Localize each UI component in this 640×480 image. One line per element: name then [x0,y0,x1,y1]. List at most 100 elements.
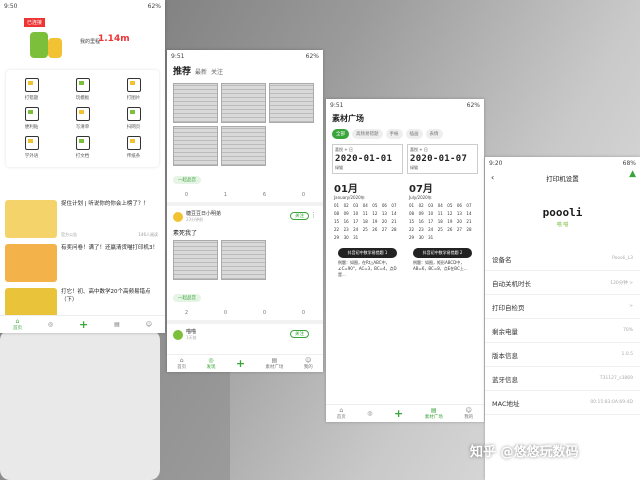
user-name: 糖豆豆日小明弟 [186,211,222,217]
back-icon[interactable]: ‹ [491,173,494,182]
feed-post[interactable]: 喵喵 1天前 关注 [167,324,323,345]
avatar[interactable] [173,211,183,222]
user-icon: ☺ [465,407,472,414]
grid-item[interactable]: 玩模板 [57,78,108,101]
post-image[interactable] [221,83,266,123]
tab-home[interactable]: ⌂ 首页 [13,318,22,331]
material-card[interactable]: 喜悦 + 日 2020-01-01 绿猫 [332,144,403,174]
follow-button[interactable]: 关注 [290,212,309,220]
calendar-day: 22 [409,227,415,232]
tab-me[interactable]: ☺ [146,321,152,328]
tab-materials[interactable]: ▤ 素材广场 [425,407,443,420]
tab-materials[interactable]: ▤ [114,321,120,328]
grid-item[interactable]: 传纸条 [108,136,159,159]
star-count[interactable]: 0 [263,310,266,316]
grid-item[interactable]: 打错题 [6,78,57,101]
status-battery: 62% [305,52,319,60]
grid-item[interactable]: 打文档 [57,136,108,159]
category-chip[interactable]: 手帐 [385,129,403,139]
question-card[interactable]: 抖音初中数学易错题 2 例题：如图，矩形ABCD中，AB=6，BC=8，点E在B… [407,246,478,280]
status-battery: 68% [622,159,636,167]
comment-count[interactable]: 0 [302,192,305,198]
grid-item[interactable]: 学外语 [6,136,57,159]
distance-banner[interactable]: 已连接 我的里程 1.14m [0,12,165,64]
post-image[interactable] [221,126,266,166]
calendar-day: 09 [343,211,349,216]
post-image[interactable] [221,240,266,280]
calendar-day: 30 [418,235,424,240]
grid-item[interactable]: 打图片 [108,78,159,101]
calendar-day: 10 [353,211,359,216]
tab-materials[interactable]: ▤ 素材广场 [265,357,283,370]
setting-battery: 剩余电量 70% [485,319,640,343]
page-title: 打印机设置 [546,175,579,183]
star-count[interactable]: 6 [263,192,266,198]
category-chip[interactable]: 高频易错题 [352,129,383,139]
like-count[interactable]: 0 [224,310,227,316]
topic-chip[interactable]: 一起品宫 [173,294,201,302]
question-card[interactable]: 抖音初中数学易错题 1 例题：如图，在Rt△ABC中，∠C=90°，AC=3，B… [332,246,403,280]
calendar-card[interactable]: 01月 January/2020年 01 02 03 04 05 06 07 08 09 10 11… [332,178,403,242]
feed-post[interactable]: 糖豆豆日小明弟 23分钟前 关注 ⋮ 素死我了 [167,206,323,284]
calendar-day: 06 [456,203,462,208]
grid-item[interactable]: 扫网页 [108,107,159,130]
more-icon[interactable]: ⋮ [310,211,317,219]
calendar-day: 29 [334,235,340,240]
calendar-day: 17 [428,219,434,224]
topic-chip[interactable]: 一起品宫 [173,176,201,184]
tab-me[interactable]: ☺ 我的 [464,407,473,420]
category-tabs: 全部 高频易错题 手帐 插画 表情 [326,126,484,142]
share-count[interactable]: 0 [185,192,188,198]
setting-device-name[interactable]: 设备名 Poooli_L3 [485,247,640,271]
calendar-day: 07 [466,203,472,208]
calendar-day: 21 [391,219,397,224]
calendar-day: 05 [447,203,453,208]
setting-self-test[interactable]: 打印自检页 > [485,295,640,319]
tab-add[interactable]: + [394,407,403,420]
post-image[interactable] [173,126,218,166]
share-count[interactable]: 2 [185,310,188,316]
follow-button[interactable]: 关注 [290,330,309,338]
status-battery: 62% [147,2,161,10]
setting-value: T31127_c3869 [599,376,633,381]
feed-tabs: 推荐 最新 关注 [167,62,323,79]
material-card[interactable]: 喜悦 + 日 2020-01-07 绿猫 [407,144,478,174]
grid-item-label: 学外语 [24,154,39,159]
calendar-days: 01 02 03 04 05 06 07 08 09 10 11 12 13 14 15 16 17 18 19 20… [334,203,401,240]
avatar[interactable] [173,329,183,340]
grid-item[interactable]: 便利贴 [6,107,57,130]
post-image[interactable] [269,83,314,123]
tab-add[interactable]: + [79,318,88,331]
calendar-day: 25 [437,227,443,232]
post-metrics: 0 1 6 0 [167,190,323,206]
materials-icon: ▤ [114,321,120,328]
tab-discover[interactable]: ◎ 发现 [207,357,216,370]
tab-following[interactable]: 关注 [211,67,223,76]
tab-add[interactable]: + [236,357,245,370]
connected-badge: 已连接 [24,18,46,27]
grid-item[interactable]: 写清单 [57,107,108,130]
tab-home[interactable]: ⌂ 首页 [337,407,346,420]
like-count[interactable]: 1 [224,192,227,198]
article-item[interactable]: 有奖问卷！满了！还赢清货喵打印机3！ [5,244,160,284]
upload-icon[interactable]: ▲ [629,169,636,179]
tab-recommend[interactable]: 推荐 [173,64,191,77]
tab-latest[interactable]: 最新 [195,67,207,76]
tab-discover[interactable]: ◎ [48,321,53,328]
setting-label: 设备名 [492,255,512,264]
category-chip[interactable]: 表情 [425,129,443,139]
article-item[interactable]: 捉住计划 | 听说你的你会上榜了？！ 官方公告 146人阅读 [5,200,160,240]
calendar-card[interactable]: 07月 July/2020年 01 02 03 04 05 06 07 08 09 10 11 12 1… [407,178,478,242]
tab-home[interactable]: ⌂ 首页 [177,357,186,370]
tab-me[interactable]: ☺ 我的 [304,357,313,370]
comment-count[interactable]: 0 [302,310,305,316]
calendar-day: 15 [409,219,415,224]
grid-item-label: 打错题 [24,96,39,101]
post-image[interactable] [173,83,218,123]
tab-discover[interactable]: ◎ [367,410,372,417]
category-chip[interactable]: 插画 [405,129,423,139]
article-title: 捉住计划 | 听说你的你会上榜了？！ [61,201,149,207]
post-image[interactable] [173,240,218,280]
category-chip[interactable]: 全部 [332,129,349,139]
setting-auto-off[interactable]: 自动关机时长 120分钟 > [485,271,640,295]
